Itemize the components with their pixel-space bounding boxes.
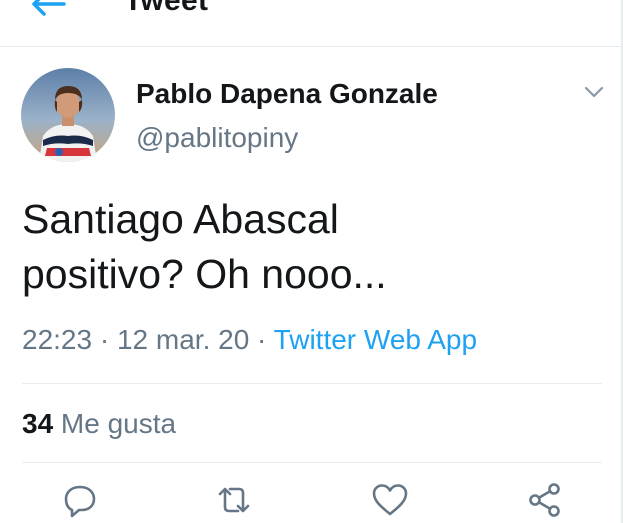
page-title: Tweet [124,0,209,17]
retweet-button[interactable] [214,480,254,520]
likes-label: Me gusta [53,408,177,439]
divider [22,462,602,463]
chevron-down-icon [584,86,604,98]
likes-stat[interactable]: 34 Me gusta [22,408,176,440]
avatar[interactable] [21,68,115,162]
divider [22,383,602,384]
tweet-date[interactable]: 12 mar. 20 [117,324,249,355]
reply-button[interactable] [60,480,100,520]
arrow-left-icon [32,0,66,16]
like-button[interactable] [370,480,410,520]
likes-count: 34 [22,408,54,439]
author-handle[interactable]: @pablitopiny [136,122,298,154]
back-button[interactable] [30,0,70,20]
tweet-text-line: Santiago Abascal [22,196,339,242]
share-button[interactable] [525,480,565,520]
tweet-menu-button[interactable] [583,84,605,100]
tweet-source-link[interactable]: Twitter Web App [274,324,477,355]
tweet-page: Tweet Pablo Dapena Gonzale @pablitopiny … [0,0,623,523]
meta-separator: · [92,324,117,355]
meta-separator: · [249,324,274,355]
heart-icon [372,484,408,516]
user-avatar-photo [21,68,115,162]
author-name[interactable]: Pablo Dapena Gonzale [136,78,438,110]
reply-icon [64,485,96,518]
top-bar: Tweet [0,0,623,47]
tweet-text-line: positivo? Oh nooo... [22,251,387,297]
retweet-icon [218,487,250,513]
tweet-meta: 22:23 · 12 mar. 20 · Twitter Web App [22,324,477,356]
share-icon [529,483,560,517]
tweet-text: Santiago Abascal positivo? Oh nooo... [22,192,602,302]
tweet-time[interactable]: 22:23 [22,324,92,355]
